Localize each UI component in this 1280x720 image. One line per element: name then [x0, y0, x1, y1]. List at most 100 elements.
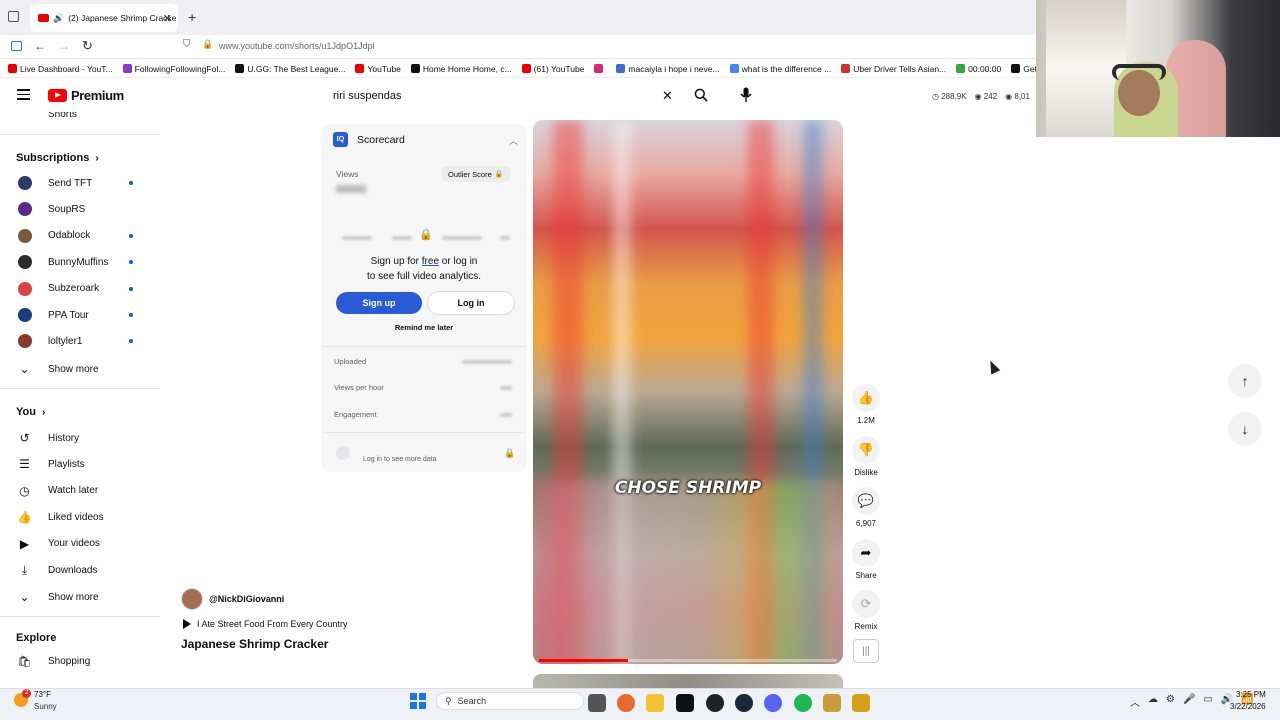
share-action[interactable]: ➦ Share — [850, 539, 882, 580]
clear-search-icon[interactable]: ✕ — [662, 88, 673, 104]
signup-prompt: Sign up for free or log in to see full v… — [322, 254, 526, 284]
weather-desc[interactable]: Sunny — [34, 702, 57, 711]
spotify-icon[interactable] — [794, 694, 812, 712]
like-action[interactable]: 👍 1.2M — [850, 384, 882, 425]
thumbs-up-icon[interactable]: 👍 — [852, 384, 880, 412]
sidebar-item[interactable]: ↺ History — [0, 425, 160, 451]
subscription-item[interactable]: loltyler1 — [0, 328, 160, 354]
video-title[interactable]: Japanese Shrimp Cracker — [181, 637, 328, 651]
subscription-item[interactable]: PPA Tour — [0, 302, 160, 328]
url-text[interactable]: www.youtube.com/shorts/u1JdpO1Jdpl — [219, 41, 375, 51]
channel-avatar — [17, 308, 32, 322]
windows-start-icon[interactable] — [410, 693, 426, 709]
sidebar-item[interactable]: ◷ Watch later — [0, 478, 160, 504]
signup-button[interactable]: Sign up — [336, 292, 422, 314]
you-heading[interactable]: You › — [16, 406, 45, 418]
remix-icon[interactable]: ⟳ — [852, 590, 880, 618]
video-progress-track[interactable] — [539, 659, 837, 662]
outlier-score-badge[interactable]: Outlier Score 🔒 — [442, 166, 510, 182]
sound-thumbnail-icon[interactable]: ||| — [853, 639, 879, 663]
file-explorer-icon[interactable] — [646, 694, 664, 712]
bookmark-item[interactable] — [594, 64, 606, 73]
next-video-preview[interactable] — [533, 674, 843, 688]
sidebar-item[interactable]: ▶ Your videos — [0, 531, 160, 557]
channel-avatar[interactable] — [181, 588, 203, 610]
remind-later-link[interactable]: Remind me later — [322, 323, 526, 332]
thumbs-down-icon[interactable]: 👎 — [852, 436, 880, 464]
subscription-item[interactable]: BunnyMuffins — [0, 249, 160, 275]
show-more-subscriptions[interactable]: ⌄ Show more — [0, 356, 160, 382]
weather-temp[interactable]: 73°F — [34, 690, 51, 699]
eye-icon: ◉ — [974, 92, 982, 101]
previous-short-button[interactable]: ↑ — [1228, 364, 1262, 398]
bookmark-item[interactable]: FollowingFollowingFol... — [122, 64, 225, 74]
login-more-link[interactable]: Log in to see more data — [363, 456, 437, 463]
app-icon[interactable] — [852, 694, 870, 712]
browser-tab-active[interactable]: 🔊 (2) Japanese Shrimp Cracke ✕ — [30, 4, 178, 32]
close-tab-icon[interactable]: ✕ — [163, 12, 172, 25]
taskbar-search[interactable]: ⚲ Search — [436, 692, 584, 710]
forward-icon[interactable]: → — [58, 39, 70, 53]
search-icon[interactable] — [694, 88, 708, 102]
bookmark-label: Live Dashboard - YouT... — [20, 63, 113, 74]
bookmark-item[interactable]: Home Home Home, c... — [410, 64, 512, 74]
back-icon[interactable]: ← — [34, 39, 46, 53]
lock-icon[interactable]: 🔒 — [202, 39, 213, 50]
bookmark-item[interactable]: Live Dashboard - YouT... — [8, 64, 113, 74]
subscriptions-heading[interactable]: Subscriptions › — [16, 152, 99, 164]
bookmark-item[interactable]: 00:00:00 — [956, 64, 1001, 74]
menu-icon[interactable] — [17, 89, 30, 100]
subscription-item[interactable]: Send TFT — [0, 170, 160, 196]
sidebar-shorts-item[interactable]: Shorts — [48, 112, 77, 120]
bookmark-item[interactable]: Uber Driver Tells Asian... — [841, 64, 946, 74]
channel-name[interactable]: @NickDiGiovanni — [209, 594, 284, 604]
capcut-icon[interactable] — [676, 694, 694, 712]
comments-action[interactable]: 💬 6,907 — [850, 487, 882, 528]
comment-count: 6,907 — [855, 519, 877, 528]
shorts-video-player[interactable]: CHOSE SHRIMP — [533, 120, 843, 664]
channel-row[interactable]: @NickDiGiovanni — [181, 588, 284, 610]
login-button[interactable]: Log in — [428, 292, 514, 314]
obs-icon[interactable] — [706, 694, 724, 712]
audio-icon[interactable]: 🔊 — [53, 13, 64, 24]
comment-icon[interactable]: 💬 — [852, 487, 880, 515]
next-short-button[interactable]: ↓ — [1228, 412, 1262, 446]
clock-time[interactable]: 3:25 PM — [1236, 690, 1266, 699]
remix-action[interactable]: ⟳ Remix — [850, 590, 882, 631]
clock-date[interactable]: 3/22/2026 — [1230, 702, 1266, 711]
search-input[interactable]: riri suspendas — [322, 84, 690, 108]
bookmark-item[interactable]: Get The F--- Out Of M... — [1011, 64, 1036, 74]
bookmark-item[interactable]: (61) YouTube — [521, 64, 584, 74]
sidebar-item[interactable]: ⤓ Downloads — [0, 557, 160, 583]
bookmark-item[interactable]: YouTube — [355, 64, 401, 74]
show-more-you[interactable]: ⌄ Show more — [0, 584, 160, 610]
sidebar-item[interactable]: ☰ Playlists — [0, 451, 160, 477]
firefox-icon[interactable] — [617, 694, 635, 712]
discord-icon[interactable] — [764, 694, 782, 712]
league-icon[interactable] — [823, 694, 841, 712]
steam-icon[interactable] — [735, 694, 753, 712]
subscription-item[interactable]: Subzeroark — [0, 276, 160, 302]
tab-overview-icon[interactable] — [8, 11, 19, 22]
new-tab-button[interactable]: + — [188, 9, 196, 25]
bookmark-item[interactable]: U.GG: The Best League... — [235, 64, 345, 74]
reload-icon[interactable]: ↻ — [82, 38, 93, 54]
bookmark-item[interactable]: what is the difference ... — [729, 64, 831, 74]
microphone-icon[interactable] — [740, 87, 752, 103]
youtube-logo[interactable]: Premium — [48, 88, 124, 103]
subscription-item[interactable]: Odablock — [0, 223, 160, 249]
sidebar-item[interactable]: 👍 Liked videos — [0, 504, 160, 530]
task-view-icon[interactable] — [588, 694, 606, 712]
subscription-label: Odablock — [48, 230, 91, 242]
tray-chevron-icon[interactable]: ︿ — [1130, 694, 1140, 709]
subscription-item[interactable]: SoupRS — [0, 196, 160, 222]
dislike-action[interactable]: 👎 Dislike — [850, 436, 882, 477]
new-content-dot — [129, 286, 133, 291]
playlist-row[interactable]: I Ate Street Food From Every Country — [183, 619, 348, 629]
sidebar-item[interactable]: 🛍 Shopping — [0, 648, 160, 674]
bookmark-item[interactable]: macaiyla i hope i neve... — [616, 64, 720, 74]
shield-icon[interactable]: ⛉ — [183, 39, 191, 50]
collapse-icon[interactable]: ︿ — [509, 134, 518, 147]
sidebar-toggle-icon[interactable] — [11, 41, 22, 51]
share-icon[interactable]: ➦ — [852, 539, 880, 567]
